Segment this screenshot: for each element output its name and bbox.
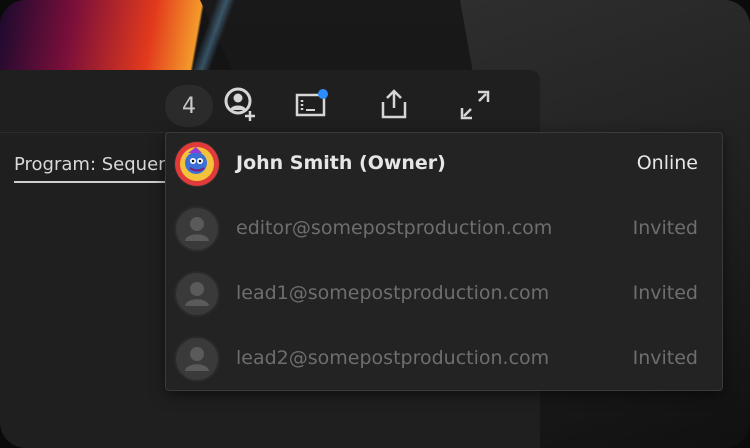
member-name: lead2@somepostproduction.com bbox=[236, 347, 550, 369]
program-monitor-tab[interactable]: Program: Sequence bbox=[14, 154, 166, 175]
tab-active-underline bbox=[14, 181, 166, 183]
collaborator-count-button[interactable]: 4 bbox=[165, 85, 213, 127]
member-name: lead1@somepostproduction.com bbox=[236, 282, 550, 304]
member-row-invited[interactable]: lead1@somepostproduction.com Invited bbox=[166, 263, 722, 327]
default-user-icon bbox=[174, 336, 220, 382]
collaborators-popover: John Smith (Owner) Online editor@somepos… bbox=[165, 132, 723, 391]
member-name: John Smith (Owner) bbox=[236, 152, 446, 174]
member-name: editor@somepostproduction.com bbox=[236, 217, 553, 239]
default-user-icon bbox=[174, 271, 220, 317]
member-row-invited[interactable]: lead2@somepostproduction.com Invited bbox=[166, 328, 722, 392]
add-collaborator-icon[interactable] bbox=[222, 86, 260, 124]
wallpaper-sheen bbox=[190, 0, 250, 75]
fullscreen-expand-icon[interactable] bbox=[456, 86, 494, 124]
panel-notification-icon[interactable] bbox=[293, 86, 331, 124]
default-user-icon bbox=[174, 206, 220, 252]
desktop-background: 4 Program: Sequen John Smith (Owner) Onl… bbox=[0, 0, 750, 448]
share-export-icon[interactable] bbox=[375, 86, 413, 124]
member-status: Online bbox=[636, 152, 698, 174]
member-row-invited[interactable]: editor@somepostproduction.com Invited bbox=[166, 198, 722, 262]
member-status: Invited bbox=[632, 347, 698, 369]
member-status: Invited bbox=[632, 282, 698, 304]
owner-avatar bbox=[174, 141, 220, 187]
member-row-owner[interactable]: John Smith (Owner) Online bbox=[166, 133, 722, 197]
member-status: Invited bbox=[632, 217, 698, 239]
